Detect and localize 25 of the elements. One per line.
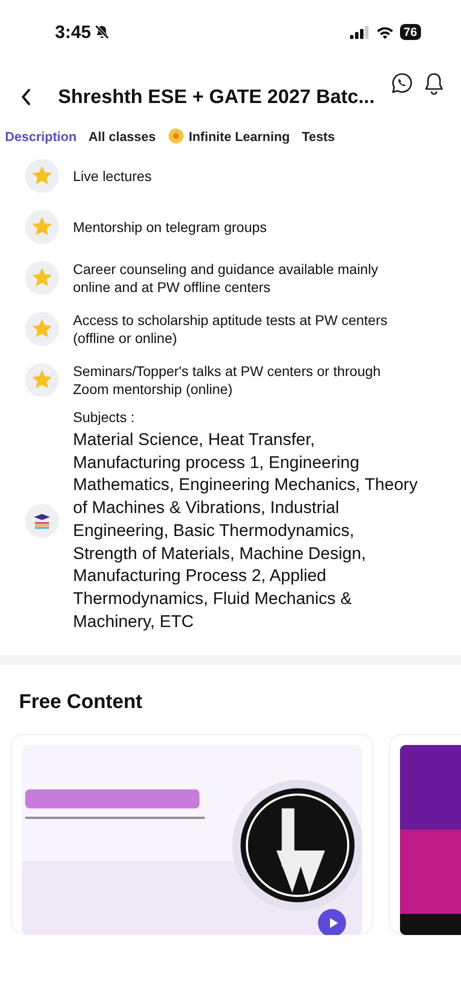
- graduation-cap-icon: [25, 504, 59, 538]
- page-title: Shreshth ESE + GATE 2027 Batc...: [58, 86, 376, 108]
- status-time: 3:45: [55, 22, 92, 42]
- feature-text: Live lectures: [73, 167, 152, 185]
- tab[interactable]: Infinite Learning: [168, 128, 290, 144]
- feature-text: Mentorship on telegram groups: [73, 218, 267, 236]
- wifi-icon: [376, 26, 394, 38]
- subjects-list: Material Science, Heat Transfer, Manufacturing process 1, Engineering Mathematics, Engineering Mechanics, Theory of Machines & Vibrations, Industrial Engineering, Basic Thermodynamics, Strength of Materials, Machine Design, Manufacturing Process 2, Applied Thermodynamics, Fluid Mechanics & Machinery, ETC: [73, 429, 423, 634]
- tab[interactable]: Description: [5, 128, 77, 144]
- muted-bell-icon: [94, 24, 110, 40]
- tab[interactable]: Tests: [302, 128, 335, 144]
- sun-icon: [168, 128, 184, 144]
- chevron-left-icon: [20, 88, 32, 106]
- whatsapp-icon[interactable]: [391, 72, 413, 94]
- tab[interactable]: All classes: [88, 128, 156, 144]
- battery-indicator: 76: [400, 24, 421, 40]
- feature-text: Seminars/Topper's talks at PW centers or through Zoom mentorship (online): [73, 362, 382, 398]
- play-icon: [328, 917, 338, 930]
- section-title: Free Content: [19, 691, 144, 714]
- feature-text: Career counseling and guidance available mainly online and at PW offline centers: [73, 260, 380, 296]
- signal-icon: [350, 26, 370, 38]
- subjects-label: Subjects :: [73, 409, 136, 425]
- feature-text: Access to scholarship aptitude tests at PW centers (offline or online): [73, 311, 388, 347]
- bell-icon[interactable]: [423, 72, 445, 96]
- video-card[interactable]: [389, 734, 461, 934]
